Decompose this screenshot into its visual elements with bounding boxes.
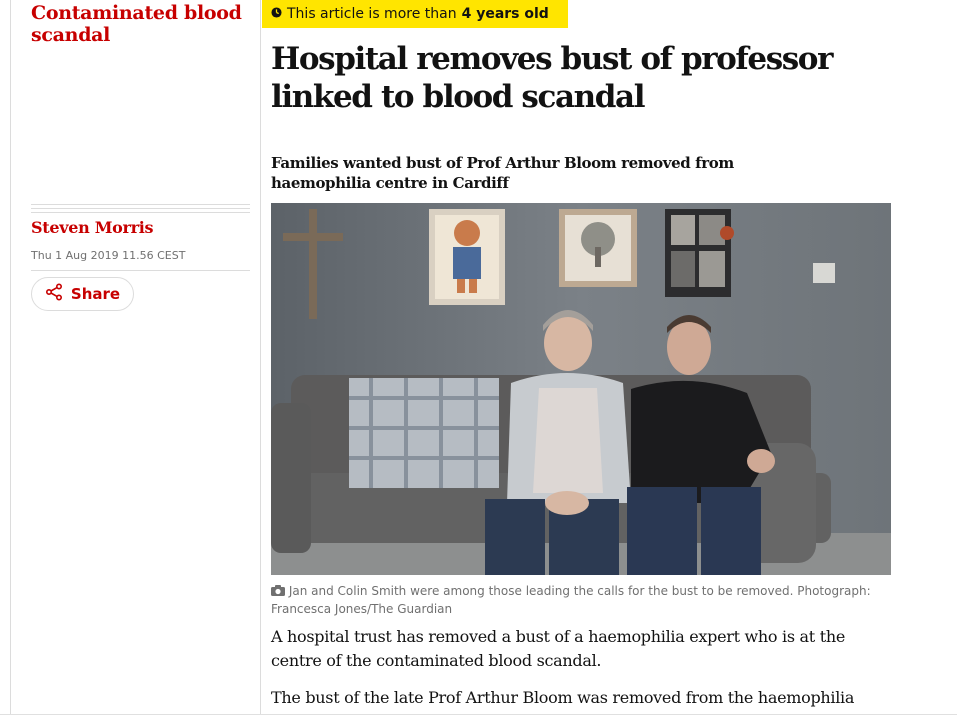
image-caption: Jan and Colin Smith were among those lea… xyxy=(271,582,871,618)
age-notice-value: 4 years old xyxy=(461,6,549,22)
article-age-badge: This article is more than 4 years old xyxy=(262,0,568,28)
article-standfirst: Families wanted bust of Prof Arthur Bloo… xyxy=(271,154,734,192)
article-paragraph-1: A hospital trust has removed a bust of a… xyxy=(271,627,845,670)
share-label: Share xyxy=(70,285,121,303)
age-notice-prefix: This article is more than xyxy=(287,6,457,22)
main-column-divider xyxy=(260,0,261,723)
article-main-image[interactable] xyxy=(271,203,891,575)
image-caption-text: Jan and Colin Smith were among those lea… xyxy=(271,584,871,616)
meta-divider xyxy=(31,270,250,271)
author-rules xyxy=(31,204,250,216)
photo-illustration xyxy=(271,203,891,575)
camera-icon xyxy=(271,584,289,598)
author-name[interactable]: Steven Morris xyxy=(31,218,154,237)
article-paragraph-2: The bust of the late Prof Arthur Bloom w… xyxy=(271,688,855,707)
article-headline: Hospital removes bust of professor linke… xyxy=(271,41,833,115)
section-title[interactable]: Contaminated blood scandal xyxy=(31,2,246,46)
left-column-divider xyxy=(10,0,11,723)
share-icon xyxy=(45,283,63,305)
share-button[interactable]: Share xyxy=(31,277,134,311)
clock-icon xyxy=(271,6,282,22)
publish-date: Thu 1 Aug 2019 11.56 CEST xyxy=(31,249,186,262)
